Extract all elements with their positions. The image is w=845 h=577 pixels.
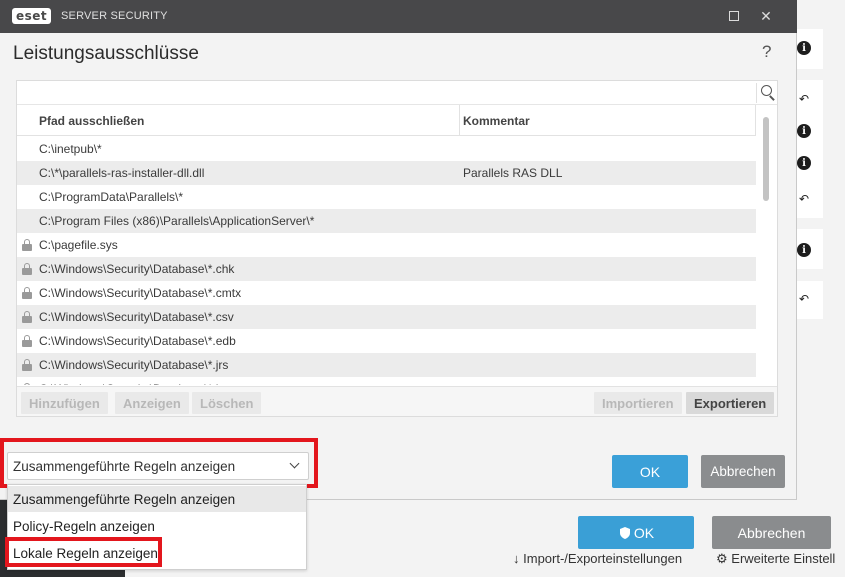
ok-button[interactable]: OK <box>612 455 688 488</box>
search-icon[interactable] <box>756 83 776 103</box>
revert-icon[interactable]: ↶ <box>797 192 811 206</box>
row-path: C:\*\parallels-ras-installer-dll.dll <box>39 166 205 180</box>
revert-icon[interactable]: ↶ <box>797 292 811 306</box>
export-button[interactable]: Exportieren <box>686 392 775 414</box>
table-toolbar: Hinzufügen Anzeigen Löschen Importieren … <box>17 386 777 416</box>
lock-icon <box>22 287 32 299</box>
table-header: Pfad ausschließen Kommentar <box>17 105 756 136</box>
search-bar[interactable] <box>17 81 777 105</box>
show-button[interactable]: Anzeigen <box>115 392 189 414</box>
row-path: C:\ProgramData\Parallels\* <box>39 190 184 204</box>
row-path: C:\Windows\Security\Database\*.cmtx <box>39 286 242 300</box>
delete-button[interactable]: Löschen <box>192 392 262 414</box>
background-cancel-button[interactable]: Abbrechen <box>712 516 831 549</box>
lock-icon <box>22 383 32 385</box>
info-icon[interactable]: i <box>797 156 811 170</box>
revert-icon[interactable]: ↶ <box>797 92 811 106</box>
gear-icon: ⚙ <box>716 551 732 566</box>
table-row[interactable]: C:\inetpub\* <box>17 137 756 161</box>
row-path: C:\pagefile.sys <box>39 238 118 252</box>
add-button[interactable]: Hinzufügen <box>21 392 108 414</box>
table-row[interactable]: C:\*\parallels-ras-installer-dll.dll Para… <box>17 161 756 185</box>
import-button[interactable]: Importieren <box>594 392 682 414</box>
option-policy-rules[interactable]: Policy-Regeln anzeigen <box>8 513 306 539</box>
table-row[interactable]: C:\Windows\Security\Database\*.chk <box>17 257 756 281</box>
eset-logo: eset <box>12 8 52 24</box>
table-row[interactable]: C:\Windows\Security\Database\*.cmtx <box>17 281 756 305</box>
row-path: C:\inetpub\* <box>39 142 102 156</box>
background-ok-button[interactable]: OK <box>578 516 694 549</box>
lock-icon <box>22 239 32 251</box>
table-row[interactable]: C:\pagefile.sys <box>17 233 756 257</box>
maximize-button[interactable] <box>724 6 744 26</box>
import-export-label: Import-/Exporteinstellungen <box>523 551 683 566</box>
highlight-annotation <box>5 537 162 567</box>
background-ok-label: OK <box>633 524 655 541</box>
row-path: C:\Windows\Security\Database\*.log <box>39 382 232 385</box>
lock-icon <box>22 311 32 323</box>
advanced-settings-label: Erweiterte Einstell <box>731 551 836 566</box>
import-export-link[interactable]: ↓ Import-/Exporteinstellungen <box>513 551 682 566</box>
row-path: C:\Program Files (x86)\Parallels\Applica… <box>39 214 315 228</box>
exclusions-table: C:\inetpub\* C:\*\parallels-ras-installer… <box>17 137 756 385</box>
page-title: Leistungsausschlüsse <box>13 43 199 64</box>
shield-icon <box>619 526 630 539</box>
column-header-comment[interactable]: Kommentar <box>463 114 530 128</box>
table-row[interactable]: C:\Windows\Security\Database\*.log <box>17 377 756 385</box>
title-bar: eset SERVER SECURITY ✕ <box>0 0 797 33</box>
lock-icon <box>22 335 32 347</box>
table-row[interactable]: C:\Windows\Security\Database\*.csv <box>17 305 756 329</box>
table-row[interactable]: C:\Program Files (x86)\Parallels\Applica… <box>17 209 756 233</box>
advanced-settings-link[interactable]: ⚙ Erweiterte Einstell <box>716 551 835 567</box>
row-path: C:\Windows\Security\Database\*.chk <box>39 262 235 276</box>
lock-icon <box>22 263 32 275</box>
info-icon[interactable]: i <box>797 124 811 138</box>
row-path: C:\Windows\Security\Database\*.jrs <box>39 358 229 372</box>
app-name: SERVER SECURITY <box>61 10 168 22</box>
maximize-icon <box>729 11 739 21</box>
table-row[interactable]: C:\Windows\Security\Database\*.jrs <box>17 353 756 377</box>
info-icon[interactable]: i <box>797 243 811 257</box>
table-row[interactable]: C:\Windows\Security\Database\*.edb <box>17 329 756 353</box>
close-icon: ✕ <box>760 7 772 24</box>
row-path: C:\Windows\Security\Database\*.csv <box>39 310 234 324</box>
column-header-path[interactable]: Pfad ausschließen <box>39 114 144 128</box>
cancel-button[interactable]: Abbrechen <box>701 455 785 488</box>
download-icon: ↓ <box>513 551 524 566</box>
info-icon[interactable]: i <box>797 41 811 55</box>
exclusions-dialog: eset SERVER SECURITY ✕ Leistungsausschlü… <box>0 0 797 500</box>
row-path: C:\Windows\Security\Database\*.edb <box>39 334 236 348</box>
exclusions-panel: Pfad ausschließen Kommentar C:\inetpub\*… <box>16 80 778 417</box>
help-button[interactable]: ? <box>762 42 771 62</box>
close-button[interactable]: ✕ <box>756 6 776 26</box>
option-merged-rules[interactable]: Zusammengeführte Regeln anzeigen <box>8 486 306 512</box>
scrollbar[interactable] <box>763 117 769 201</box>
highlight-annotation <box>0 438 318 488</box>
table-row[interactable]: C:\ProgramData\Parallels\* <box>17 185 756 209</box>
row-comment: Parallels RAS DLL <box>463 166 563 180</box>
lock-icon <box>22 359 32 371</box>
